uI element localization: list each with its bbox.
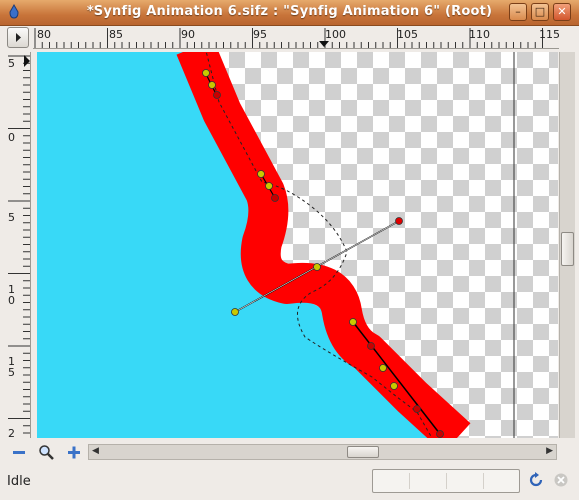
- width-handle: [231, 308, 239, 316]
- ruler-label: 95: [253, 28, 267, 41]
- stop-icon[interactable]: [553, 472, 569, 488]
- plus-icon[interactable]: [66, 444, 82, 460]
- tangent-handle: [395, 217, 403, 225]
- ruler-label: 5: [8, 57, 15, 70]
- horizontal-scrollbar[interactable]: ◀ ▶: [88, 444, 557, 460]
- minus-icon[interactable]: [11, 444, 27, 460]
- magnifier-icon[interactable]: [38, 444, 54, 460]
- status-text: Idle: [7, 474, 31, 489]
- ruler-label: 5: [8, 211, 15, 224]
- ruler-label: 85: [109, 28, 123, 41]
- vertex-handle: [390, 382, 398, 390]
- ruler-label: 90: [181, 28, 195, 41]
- scroll-left-arrow-icon[interactable]: ◀: [92, 446, 99, 456]
- close-button[interactable]: ✕: [553, 3, 571, 21]
- ruler-label: 1 5: [8, 355, 15, 379]
- minimize-button[interactable]: –: [509, 3, 527, 21]
- vertex-handle: [257, 170, 265, 178]
- ruler-label: 105: [397, 28, 418, 41]
- render-progress-bar: [372, 469, 520, 493]
- ruler-label: 0: [8, 131, 15, 144]
- ruler-label: 115: [539, 28, 559, 41]
- vertex-handle: [208, 81, 216, 89]
- tangent-handle: [271, 194, 279, 202]
- window-title: *Synfig Animation 6.sifz : "Synfig Anima…: [86, 4, 493, 19]
- ruler-label: 110: [469, 28, 490, 41]
- ruler-label: 100: [325, 28, 346, 41]
- drawing-canvas[interactable]: [37, 52, 558, 438]
- tangent-handle: [367, 342, 375, 350]
- tangent-handle: [213, 91, 221, 99]
- vertex-handle: [349, 318, 357, 326]
- vertex-handle: [202, 69, 210, 77]
- horizontal-scroll-thumb[interactable]: [347, 446, 379, 458]
- tangent-handle: [436, 430, 444, 438]
- play-arrow-icon: [16, 33, 21, 42]
- ruler-label: 2: [8, 427, 15, 438]
- canvas-menu-button[interactable]: [7, 27, 29, 48]
- scroll-right-arrow-icon[interactable]: ▶: [546, 446, 553, 456]
- vertical-marker: [24, 55, 30, 67]
- refresh-icon[interactable]: [527, 471, 545, 489]
- ruler-label: 80: [37, 28, 51, 41]
- canvas-artwork[interactable]: [37, 52, 558, 438]
- tangent-handle: [413, 405, 421, 413]
- vertical-scrollbar[interactable]: [559, 52, 575, 438]
- horizontal-ruler[interactable]: 80 85 90 95 100 105 110 115: [33, 26, 559, 49]
- vertex-handle: [379, 364, 387, 372]
- vertex-handle: [265, 182, 273, 190]
- title-bar: *Synfig Animation 6.sifz : "Synfig Anima…: [0, 0, 579, 26]
- time-cursor-marker: [319, 41, 329, 47]
- vertex-handle: [313, 263, 321, 271]
- vertical-ruler[interactable]: 5 0 5 1 0 1 5 2: [6, 52, 31, 438]
- ruler-label: 1 0: [8, 283, 15, 307]
- vertical-scroll-thumb[interactable]: [561, 232, 574, 266]
- maximize-button[interactable]: □: [531, 3, 549, 21]
- ruler-ticks: [8, 55, 30, 434]
